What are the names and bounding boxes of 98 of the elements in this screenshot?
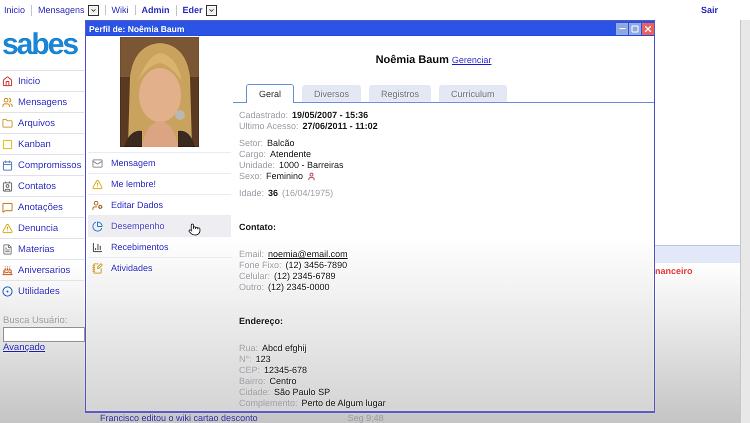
profile-menu-item[interactable]: Desempenho — [88, 215, 231, 236]
caret-icon — [90, 6, 97, 14]
user-gear-icon — [92, 200, 103, 210]
field-value: 123 — [256, 354, 271, 365]
calendar-icon — [2, 160, 13, 170]
sidebar-item[interactable]: Materias — [0, 238, 84, 259]
search-label: Busca Usuário: — [2, 315, 68, 326]
field-label: Idade: — [239, 188, 264, 199]
field-label: Cargo: — [239, 149, 266, 160]
pointer-cursor-icon — [188, 223, 201, 236]
field-value: Atendente — [270, 149, 312, 160]
field-label: Unidade: — [239, 160, 276, 171]
nav-link[interactable]: Inicio — [4, 5, 32, 15]
birth-date: (16/04/1975) — [282, 188, 334, 199]
scrollbar[interactable] — [740, 20, 750, 423]
warning-icon — [2, 222, 13, 234]
field-value: Balcão — [267, 138, 295, 149]
field-label: Bairro: — [239, 376, 266, 387]
sidebar-item[interactable]: Mensagens — [0, 91, 84, 112]
field-label: Ultimo Acesso: — [239, 121, 299, 132]
field-label: Sexo: — [239, 171, 262, 182]
field-label: Rua: — [239, 343, 258, 354]
contact-card-icon — [2, 180, 13, 192]
field-value: 1000 - Barreiras — [279, 160, 344, 171]
sidebar-item[interactable]: Compromissos — [0, 154, 84, 175]
field-label: Setor: — [239, 138, 264, 149]
profile-menu-item[interactable]: Atividades — [88, 257, 231, 278]
nav-link[interactable]: Mensagens — [31, 4, 105, 16]
nav-link[interactable]: Admin — [134, 5, 176, 15]
field-value: 12345-678 — [264, 365, 308, 376]
nav-link[interactable]: Wiki — [104, 5, 135, 15]
envelope-icon — [92, 158, 103, 168]
field-label: CEP: — [239, 365, 260, 376]
tab[interactable]: Geral — [246, 84, 294, 103]
profile-menu-item[interactable]: Me lembre! — [88, 173, 231, 194]
field-label: Outro: — [239, 282, 264, 293]
warning-icon — [92, 178, 103, 190]
field-value: 36 — [268, 188, 278, 199]
field-value: Centro — [270, 376, 297, 387]
speech-bubble-icon — [2, 202, 13, 212]
pie-chart-icon — [92, 220, 103, 232]
tab[interactable]: Diversos — [302, 85, 362, 102]
section-heading: Contato: — [239, 222, 277, 232]
section-heading: Endereço: — [239, 316, 284, 326]
field-value: Perto de Algum lugar — [302, 398, 386, 409]
close-icon — [643, 24, 653, 34]
sidebar-item[interactable]: Aniversarios — [0, 259, 84, 280]
logo: sabes — [1, 27, 79, 63]
search-field[interactable] — [3, 327, 85, 342]
field-label: Cadastrado: — [239, 110, 288, 121]
tab[interactable]: Curriculum — [439, 85, 507, 102]
manage-link[interactable]: Gerenciar — [452, 55, 492, 65]
field-value: Abcd efghij — [262, 343, 307, 354]
field-value: 19/05/2007 - 15:36 — [292, 110, 368, 121]
bar-chart-icon — [92, 242, 103, 252]
minimize-button[interactable] — [616, 22, 628, 34]
maximize-button[interactable] — [629, 22, 641, 34]
caret-icon — [208, 6, 215, 14]
person-icon — [307, 172, 316, 181]
window-title: Perfil de: Noêmia Baum — [89, 24, 184, 34]
field-label: N°: — [239, 354, 252, 365]
people-icon — [2, 96, 13, 108]
sidebar-item[interactable]: Denuncia — [0, 217, 84, 238]
sidebar-item[interactable]: Contatos — [0, 175, 84, 196]
field-value: Feminino — [266, 171, 304, 182]
field-value: (12) 2345-6789 — [274, 271, 336, 282]
dropdown-button[interactable] — [88, 4, 99, 16]
profile-menu-item[interactable]: Recebimentos — [88, 236, 231, 257]
logout-link[interactable]: Sair — [700, 5, 718, 15]
field-label: Fone Fixo: — [239, 260, 282, 271]
field-value: São Paulo SP — [274, 387, 330, 398]
sidebar-item[interactable]: Inicio — [0, 70, 84, 91]
folder-icon — [2, 118, 13, 128]
sidebar-item[interactable]: Kanban — [0, 133, 84, 154]
email-link[interactable]: noemia@email.com — [268, 249, 348, 260]
dropdown-button[interactable] — [206, 4, 217, 16]
target-icon — [2, 286, 13, 296]
close-button[interactable] — [642, 22, 654, 34]
document-icon — [2, 244, 13, 254]
notepad-icon — [92, 262, 103, 274]
field-value: 27/06/2011 - 11:02 — [302, 121, 378, 132]
field-value: (12) 2345-0000 — [268, 282, 330, 293]
house-icon — [2, 76, 13, 86]
tab[interactable]: Registros — [369, 85, 432, 102]
field-value: (12) 3456-7890 — [286, 260, 348, 271]
field-label: Email: — [239, 249, 264, 260]
advanced-search-link[interactable]: Avançado — [0, 342, 84, 353]
maximize-icon — [631, 24, 639, 32]
sidebar-item[interactable]: Utilidades — [0, 280, 84, 301]
activity-text: Francisco editou o wiki cartao desconto — [100, 413, 258, 423]
field-label: Celular: — [239, 271, 270, 282]
profile-name: Noêmia Baum — [376, 54, 449, 66]
sidebar-item[interactable]: Arquivos — [0, 112, 84, 133]
profile-menu-item[interactable]: Mensagem — [88, 152, 231, 173]
square-icon — [2, 138, 13, 150]
nav-link[interactable]: Eder — [176, 4, 223, 16]
alert-text: nanceiro — [655, 266, 694, 276]
sidebar-item[interactable]: Anotações — [0, 196, 84, 217]
